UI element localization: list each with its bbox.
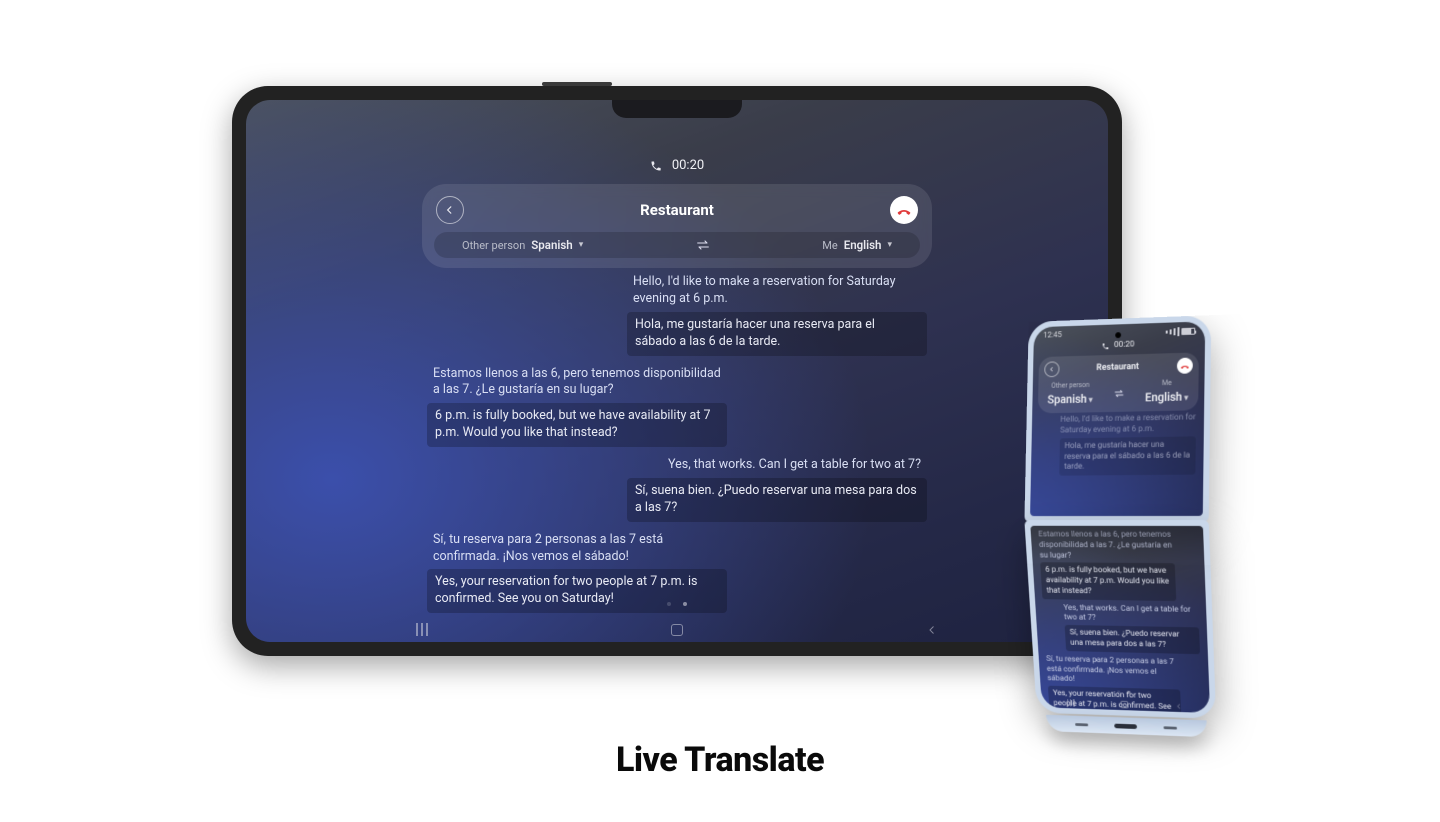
message-translated: Sí, suena bien. ¿Puedo reservar una mesa… <box>627 478 927 522</box>
message-original: Sí, tu reserva para 2 personas a las 7 e… <box>1046 654 1180 688</box>
message-translated: Yes, your reservation for two people at … <box>427 569 727 613</box>
back-button[interactable] <box>1044 362 1059 378</box>
phone-device: 12:45 00:20 <box>1020 316 1210 726</box>
android-nav-bar <box>246 623 1108 636</box>
android-nav-bar <box>1041 698 1210 711</box>
me-language-select[interactable]: Me English ▾ <box>1145 379 1189 406</box>
battery-icon <box>1181 327 1195 334</box>
hangup-button[interactable] <box>890 196 918 224</box>
tablet-screen: 00:20 Restaurant Other person Spanish ▾ <box>246 100 1108 642</box>
other-person-label: Other person <box>1051 381 1089 391</box>
translate-card: Restaurant Other person Spanish ▾ <box>1038 353 1199 414</box>
other-language-select[interactable]: Other person Spanish ▾ <box>1047 381 1093 407</box>
call-status: 00:20 <box>246 158 1108 173</box>
message-them: Sí, tu reserva para 2 personas a las 7 e… <box>1046 654 1182 713</box>
swap-languages-icon[interactable] <box>695 239 711 251</box>
swap-languages-icon[interactable] <box>1113 389 1125 398</box>
message-translated: Hola, me gustaría hacer una reserva para… <box>1059 436 1196 476</box>
other-person-label: Other person <box>462 239 525 252</box>
nav-home-icon[interactable] <box>671 624 683 636</box>
page-indicator <box>1117 691 1130 694</box>
message-me: Yes, that works. Can I get a table for t… <box>1063 603 1200 654</box>
conversation: Estamos llenos a las 6, pero tenemos dis… <box>1030 526 1210 713</box>
message-me: Hello, I'd like to make a reservation fo… <box>627 274 927 356</box>
nav-home-icon[interactable] <box>1120 701 1128 709</box>
call-duration: 00:20 <box>672 158 704 173</box>
other-language: Spanish <box>531 238 572 252</box>
me-label: Me <box>1162 379 1172 388</box>
message-translated: 6 p.m. is fully booked, but we have avai… <box>427 403 727 447</box>
feature-caption: Live Translate <box>0 740 1440 780</box>
message-original: Yes, that works. Can I get a table for t… <box>1063 603 1199 626</box>
phone-icon <box>1101 342 1109 350</box>
chevron-down-icon: ▾ <box>1088 395 1093 405</box>
speaker-grille <box>1163 726 1177 729</box>
message-translated: Hola, me gustaría hacer una reserva para… <box>627 312 927 356</box>
usb-c-port <box>1114 723 1137 728</box>
me-language-select[interactable]: Me English ▾ <box>822 238 892 252</box>
message-original: Sí, tu reserva para 2 personas a las 7 e… <box>427 532 727 566</box>
me-language: English <box>1145 389 1182 404</box>
phone-icon <box>650 160 662 172</box>
chevron-down-icon: ▾ <box>579 240 584 250</box>
translate-card: Restaurant Other person Spanish ▾ Me Eng… <box>422 184 932 268</box>
hangup-button[interactable] <box>1177 358 1193 374</box>
chevron-down-icon: ▾ <box>1184 393 1189 403</box>
call-title: Restaurant <box>640 201 714 219</box>
message-translated: 6 p.m. is fully booked, but we have avai… <box>1040 563 1176 601</box>
other-language-select[interactable]: Other person Spanish ▾ <box>462 238 583 252</box>
message-me: Hello, I'd like to make a reservation fo… <box>1059 413 1196 476</box>
other-language: Spanish <box>1047 391 1087 406</box>
message-translated: Yes, your reservation for two people at … <box>1048 686 1182 713</box>
nav-recents-icon[interactable] <box>416 623 428 636</box>
language-bar: Other person Spanish ▾ Me English ▾ <box>434 232 920 258</box>
tablet-power-button <box>542 82 612 86</box>
page-indicator <box>667 602 687 606</box>
message-original: Hello, I'd like to make a reservation fo… <box>1060 413 1196 437</box>
conversation-partial: Hello, I'd like to make a reservation fo… <box>1031 410 1204 476</box>
me-language: English <box>844 238 882 252</box>
call-title: Restaurant <box>1096 362 1139 375</box>
nav-recents-icon[interactable] <box>1067 699 1074 707</box>
message-me: Yes, that works. Can I get a table for t… <box>627 457 927 522</box>
conversation: Hello, I'd like to make a reservation fo… <box>427 274 927 613</box>
message-them: Sí, tu reserva para 2 personas a las 7 e… <box>427 532 727 614</box>
phone-signal-icon <box>1166 326 1196 337</box>
me-label: Me <box>822 239 837 252</box>
phone-status-bar: 12:45 <box>1034 321 1205 341</box>
message-them: Estamos llenos a las 6, pero tenemos dis… <box>427 366 727 448</box>
message-original: Hello, I'd like to make a reservation fo… <box>627 274 927 308</box>
phone-clock: 12:45 <box>1043 330 1062 341</box>
message-translated: Sí, suena bien. ¿Puedo reservar una mesa… <box>1065 625 1200 654</box>
message-them: Estamos llenos a las 6, pero tenemos dis… <box>1038 530 1176 601</box>
nav-back-icon[interactable] <box>1175 703 1183 711</box>
nav-back-icon[interactable] <box>926 624 938 636</box>
call-duration: 00:20 <box>1114 340 1135 351</box>
back-button[interactable] <box>436 196 464 224</box>
call-status: 00:20 <box>1033 338 1205 354</box>
tablet-device: 00:20 Restaurant Other person Spanish ▾ <box>232 86 1122 656</box>
speaker-grille <box>1075 723 1088 726</box>
phone-bottom-edge <box>1046 715 1207 737</box>
message-original: Yes, that works. Can I get a table for t… <box>662 457 927 474</box>
phone-camera <box>1115 332 1121 338</box>
tablet-notch <box>612 100 742 118</box>
message-original: Estamos llenos a las 6, pero tenemos dis… <box>1038 530 1175 562</box>
chevron-down-icon: ▾ <box>887 240 892 250</box>
message-original: Estamos llenos a las 6, pero tenemos dis… <box>427 366 727 400</box>
